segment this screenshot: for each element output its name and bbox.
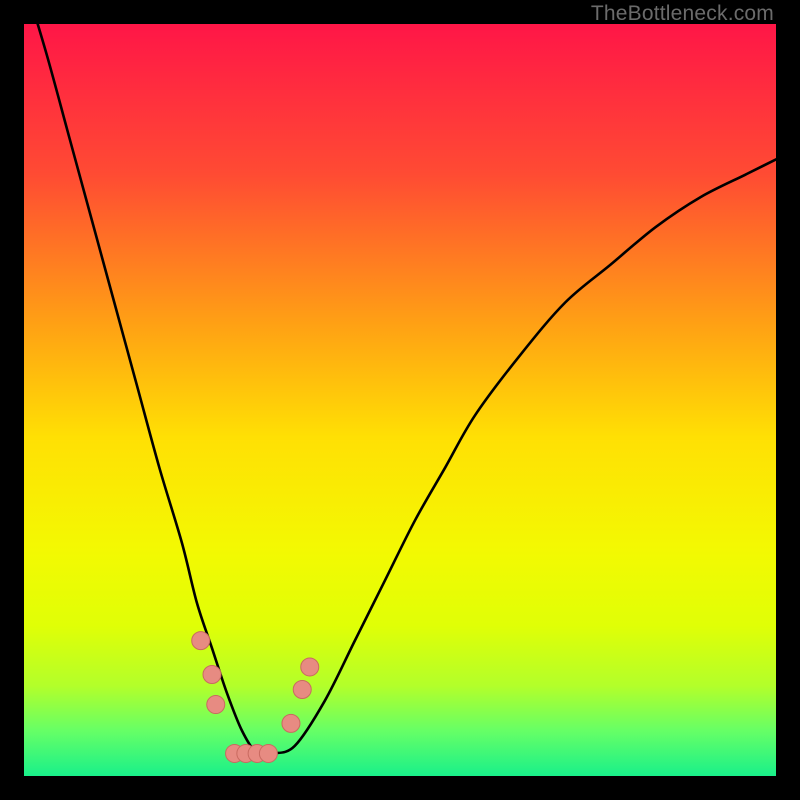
plot-area xyxy=(24,24,776,776)
data-marker xyxy=(259,744,277,762)
data-marker xyxy=(282,714,300,732)
bottleneck-curve xyxy=(24,24,776,755)
data-markers xyxy=(192,632,319,763)
data-marker xyxy=(192,632,210,650)
watermark-text: TheBottleneck.com xyxy=(591,2,774,26)
data-marker xyxy=(207,696,225,714)
data-marker xyxy=(301,658,319,676)
chart-overlay xyxy=(24,24,776,776)
data-marker xyxy=(203,665,221,683)
data-marker xyxy=(293,681,311,699)
